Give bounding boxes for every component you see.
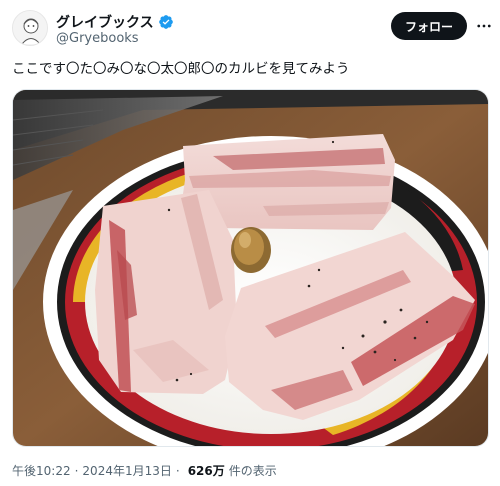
tweet-text: ここです〇た〇み〇な〇太〇郎〇のカルビを見てみよう (12, 61, 350, 77)
views-count: 626万 (187, 464, 225, 478)
avatar[interactable] (12, 10, 48, 46)
food-photo (13, 90, 488, 446)
meta-separator: · (74, 463, 79, 478)
author-display-name[interactable]: グレイブックス (56, 12, 154, 32)
post-time[interactable]: 午後10:22 (12, 462, 71, 479)
more-options-button[interactable] (474, 14, 494, 38)
meta-separator-2: · (175, 463, 180, 478)
tweet-header: グレイブックス @Gryebooks フォロー (0, 0, 500, 56)
tweet-meta: 午後10:22 · 2024年1月13日 · 626万 件の表示 (12, 462, 277, 479)
follow-button[interactable]: フォロー (391, 12, 467, 40)
views-label: 件の表示 (228, 464, 277, 478)
author-name-row: グレイブックス (56, 12, 174, 32)
cartoon-avatar-icon (13, 11, 47, 45)
tweet-photo[interactable] (12, 89, 489, 447)
author-handle[interactable]: @Gryebooks (56, 31, 139, 46)
verified-badge-icon (158, 14, 174, 30)
more-horizontal-icon (477, 24, 491, 28)
post-date[interactable]: 2024年1月13日 (82, 462, 171, 479)
